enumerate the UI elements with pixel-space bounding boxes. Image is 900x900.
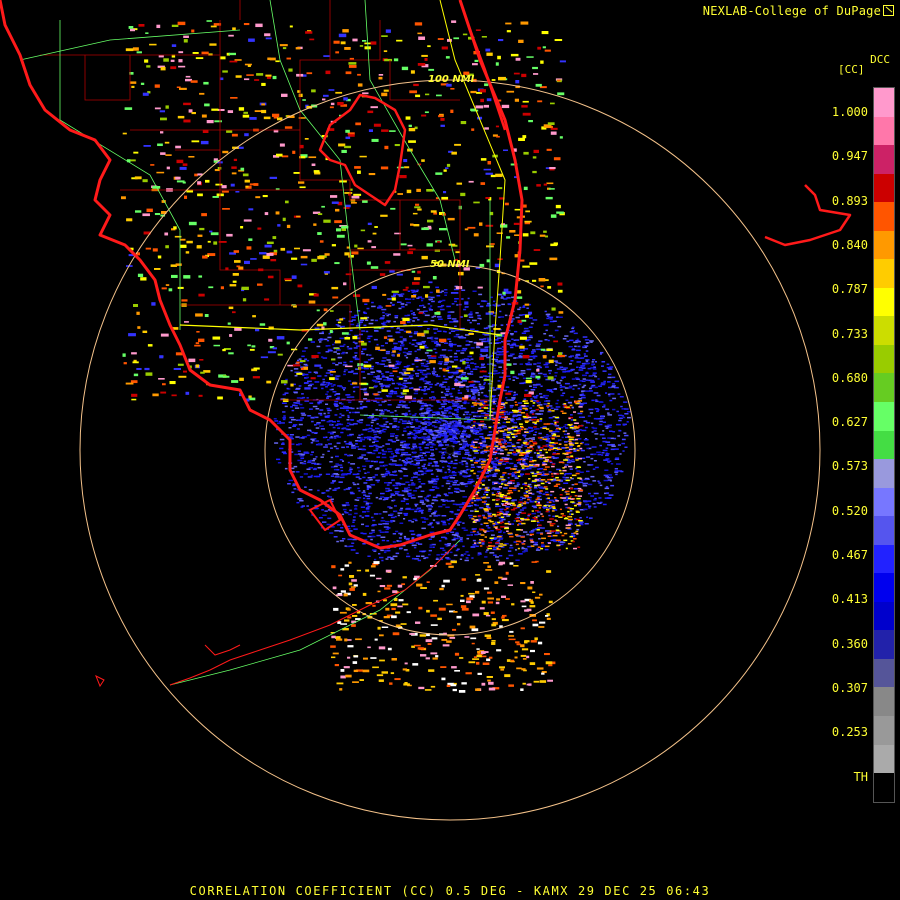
colorbar-segment: [874, 516, 894, 545]
florida-keys: [95, 544, 456, 688]
colorbar-tick-label: 0.467: [831, 548, 868, 562]
colorbar-segment: [874, 402, 894, 431]
colorbar-segment: [874, 230, 894, 260]
colorbar-segment: [874, 487, 894, 517]
colorbar-tick-label: 0.733: [831, 326, 868, 341]
colorbar-segment: [874, 259, 894, 288]
colorbar-segment: [874, 287, 894, 317]
radar-map: 100 NMI 50 NMI: [0, 0, 852, 821]
coastline: [0, 0, 852, 550]
legend-title: DCC: [870, 53, 890, 66]
colorbar-segment: [874, 630, 894, 659]
colorbar-segment: [874, 716, 894, 745]
colorbar-tick-label: 0.253: [831, 725, 868, 740]
credit-text: NEXLAB-College of DuPage: [702, 4, 881, 18]
colorbar-segment: [874, 430, 894, 460]
ring-label-100: 100 NMI: [428, 74, 475, 85]
ring-label-50: 50 NMI: [430, 259, 470, 270]
county-lines: [40, 0, 491, 401]
colorbar-segment: [874, 373, 894, 403]
colorbar-segment: [874, 573, 894, 602]
colorbar-tick-label: 0.947: [831, 149, 868, 164]
colorbar-tick-label: TH: [853, 769, 868, 784]
colorbar-segment: [874, 173, 894, 203]
colorbar-tick-label: 0.627: [831, 415, 868, 430]
colorbar-segment: [874, 88, 894, 117]
colorbar-tick-label: 0.680: [831, 370, 868, 385]
colorbar-tick-label: 0.573: [831, 459, 868, 474]
colorbar-tick-label: 0.787: [831, 282, 868, 297]
colorbar-segment: [874, 601, 894, 631]
colorbar-segment: [874, 344, 894, 374]
radar-site-marker: [445, 445, 455, 455]
colorbar-tick-label: 1.000: [831, 105, 868, 119]
colorbar-segment: [874, 145, 894, 174]
colorbar-segment: [874, 116, 894, 146]
colorbar-segment: [874, 202, 894, 231]
radar-echoes: [121, 20, 631, 693]
colorbar-segment: [874, 773, 894, 802]
credit-label: NEXLAB-College of DuPage: [703, 4, 894, 18]
colorbar-tick-label: 0.893: [831, 193, 868, 208]
colorbar-segment: [874, 744, 894, 774]
logo-icon: [883, 5, 894, 16]
colorbar-segment: [874, 544, 894, 574]
colorbar-segment: [874, 459, 894, 488]
colorbar-segment: [874, 687, 894, 717]
colorbar-tick-label: 0.520: [831, 503, 868, 518]
colorbar: [873, 87, 895, 803]
product-footer: CORRELATION COEFFICIENT (CC) 0.5 DEG - K…: [189, 884, 711, 898]
colorbar-tick-label: 0.413: [831, 592, 868, 607]
colorbar-tick-label: 0.840: [831, 237, 868, 252]
colorbar-segment: [874, 316, 894, 345]
colorbar-tick-label: 0.360: [831, 636, 868, 651]
legend-unit: [CC]: [838, 63, 865, 76]
colorbar-tick-label: 0.307: [831, 680, 868, 695]
colorbar-segment: [874, 658, 894, 688]
